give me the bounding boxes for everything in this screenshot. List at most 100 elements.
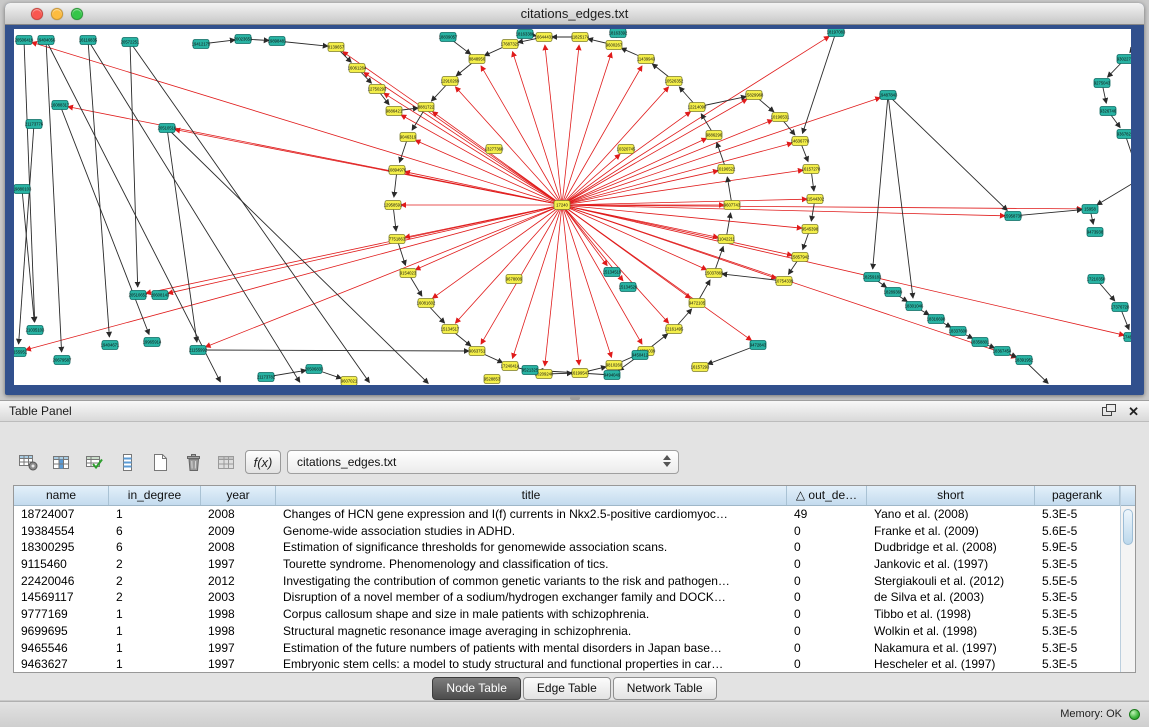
network-node[interactable]: 9810268 [606,361,623,370]
table-cell-out_degree[interactable]: 0 [787,606,867,623]
network-canvas[interactable]: 1724096077431019652298862961221409010526… [14,29,1131,385]
table-cell-in_degree[interactable]: 1 [109,623,201,640]
network-edge[interactable] [130,42,138,287]
table-cell-title[interactable]: Estimation of the future numbers of pati… [276,640,787,657]
network-node[interactable]: 18163392 [609,29,628,38]
network-edge[interactable] [545,205,562,366]
table-cell-short[interactable]: Yano et al. (2008) [867,506,1035,523]
network-node[interactable]: 16081602 [417,299,436,308]
network-node[interactable]: 17240 [554,201,570,210]
table-row[interactable]: 1456911722003Disruption of a novel membe… [14,589,1120,606]
close-panel-icon[interactable]: ✕ [1128,405,1139,419]
table-cell-pagerank[interactable]: 5.6E-5 [1035,523,1120,540]
table-cell-year[interactable]: 2009 [201,523,276,540]
table-cell-in_degree[interactable]: 1 [109,656,201,672]
network-edge[interactable] [1097,179,1131,205]
network-node[interactable]: 19404671 [101,341,120,350]
table-cell-out_degree[interactable]: 0 [787,523,867,540]
table-cell-out_degree[interactable]: 0 [787,623,867,640]
table-cell-title[interactable]: Estimation of significance thresholds fo… [276,539,787,556]
table-cell-in_degree[interactable]: 2 [109,573,201,590]
table-cell-title[interactable]: Embryonic stem cells: a model to study s… [276,656,787,672]
delete-column-button[interactable] [179,449,207,475]
network-node[interactable]: 11825174 [571,33,590,42]
network-node[interactable]: 12214090 [688,103,707,112]
network-node[interactable]: 9046319 [400,133,417,142]
table-cell-year[interactable]: 2003 [201,589,276,606]
table-select-dropdown[interactable]: citations_edges.txt [287,450,679,474]
network-edge[interactable] [888,95,1007,210]
network-node[interactable]: 16157278 [802,165,821,174]
table-cell-out_degree[interactable]: 0 [787,640,867,657]
table-cell-in_degree[interactable]: 6 [109,523,201,540]
network-edge[interactable] [545,45,562,205]
network-node[interactable]: 18391952 [1015,356,1034,365]
table-cell-title[interactable]: Disruption of a novel member of a sodium… [276,589,787,606]
network-node[interactable]: 9886296 [706,131,723,140]
network-node[interactable]: 10526352 [665,77,684,86]
column-header-short[interactable]: short [867,486,1035,505]
table-cell-name[interactable]: 22420046 [14,573,109,590]
table-cell-short[interactable]: Dudbridge et al. (2008) [867,539,1035,556]
network-node[interactable]: 9545398 [802,225,819,234]
table-cell-name[interactable]: 9465546 [14,640,109,657]
network-edge[interactable] [562,36,829,205]
network-node[interactable]: 18839057 [439,33,458,42]
zoom-window-button[interactable] [71,8,83,20]
network-node[interactable]: 10196531 [771,113,790,122]
network-node[interactable]: 16644431 [535,33,554,42]
network-node[interactable]: 17460071 [1123,333,1131,342]
column-header-out_degree[interactable]: △ out_de… [787,486,867,505]
table-cell-year[interactable]: 2008 [201,539,276,556]
column-header-year[interactable]: year [201,486,276,505]
table-cell-short[interactable]: Franke et al. (2009) [867,523,1035,540]
network-node[interactable]: 16061264 [348,64,367,73]
network-node[interactable]: 20510516 [158,124,177,133]
table-row[interactable]: 969969511998Structural magnetic resonanc… [14,623,1120,640]
table-row[interactable]: 1872400712008Changes of HCN gene express… [14,506,1120,523]
network-node[interactable]: 17687325 [501,40,520,49]
network-node[interactable]: 21173776 [25,120,44,129]
table-cell-title[interactable]: Structural magnetic resonance image aver… [276,623,787,640]
table-cell-title[interactable]: Changes of HCN gene expression and I(f) … [276,506,787,523]
scrollbar-thumb[interactable] [1123,509,1133,545]
network-node[interactable]: 17376728 [1111,303,1130,312]
table-cell-in_degree[interactable]: 2 [109,556,201,573]
network-node[interactable]: 18289369 [884,288,903,297]
network-node[interactable]: 11042211 [717,235,736,244]
table-cell-name[interactable]: 18300295 [14,539,109,556]
network-node[interactable]: 18163386 [516,30,535,39]
close-window-button[interactable] [31,8,43,20]
table-cell-year[interactable]: 2012 [201,573,276,590]
network-node[interactable]: 18316698 [927,315,946,324]
network-node[interactable]: 19404056 [37,36,56,45]
network-edge[interactable] [130,42,369,383]
network-node[interactable]: 10894976 [388,166,407,175]
network-node[interactable]: 9528853 [484,375,501,384]
network-node[interactable]: 16157293 [691,363,710,372]
network-node[interactable]: 9154023 [400,269,417,278]
network-edge[interactable] [401,115,562,205]
network-node[interactable]: 15134517 [441,325,460,334]
network-node[interactable]: 19412175 [192,40,211,49]
table-cell-name[interactable]: 19384554 [14,523,109,540]
table-cell-short[interactable]: Nakamura et al. (1997) [867,640,1035,657]
network-node[interactable]: 15857942 [791,253,810,262]
network-node[interactable]: 21155951 [14,348,28,357]
network-edge[interactable] [562,205,612,357]
table-cell-pagerank[interactable]: 5.5E-5 [1035,573,1120,590]
table-cell-pagerank[interactable]: 5.9E-5 [1035,539,1120,556]
network-edge[interactable] [384,93,562,205]
network-node[interactable]: 18337600 [949,327,968,336]
table-scrollbar[interactable] [1120,486,1135,672]
table-cell-in_degree[interactable]: 2 [109,589,201,606]
column-header-in_degree[interactable]: in_degree [109,486,201,505]
table-cell-pagerank[interactable]: 5.3E-5 [1035,506,1120,523]
network-edge[interactable] [562,205,802,228]
network-node[interactable]: 9275043 [1094,79,1111,88]
table-cell-title[interactable]: Tourette syndrome. Phenomenology and cla… [276,556,787,573]
network-node[interactable]: 9063751 [469,347,486,356]
network-node[interactable]: 18197083 [827,29,846,37]
table-row[interactable]: 2242004622012Investigating the contribut… [14,573,1120,590]
new-column-button[interactable] [146,449,174,475]
